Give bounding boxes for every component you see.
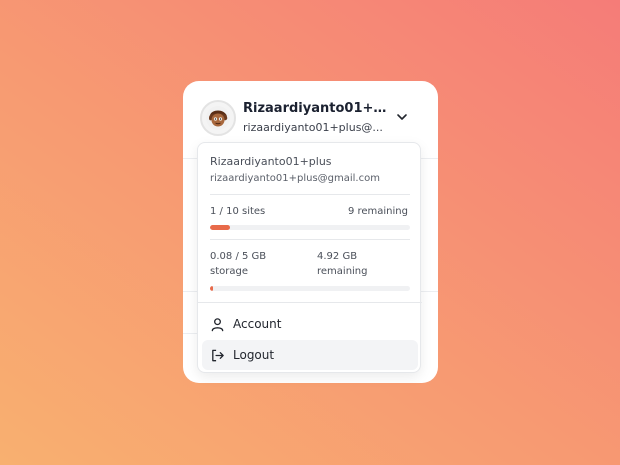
logout-icon xyxy=(212,349,224,361)
background-divider xyxy=(421,291,438,292)
account-name: Rizaardiyanto01+pl... xyxy=(243,101,393,116)
dropdown-account-name: Rizaardiyanto01+plus xyxy=(210,155,332,168)
sites-remaining-label: 9 remaining xyxy=(347,206,408,217)
avatar xyxy=(200,100,236,136)
account-email: rizaardiyanto01+plus@... xyxy=(243,121,383,134)
avatar-icon xyxy=(206,106,230,130)
user-icon xyxy=(211,317,224,331)
storage-progress-bar xyxy=(210,286,410,291)
storage-remaining-label: 4.92 GB remaining xyxy=(317,251,368,277)
sites-usage-label: 1 / 10 sites xyxy=(210,206,266,217)
storage-progress-fill xyxy=(210,286,214,291)
menu-item-account[interactable]: Account xyxy=(202,309,418,339)
divider xyxy=(198,302,422,303)
menu-item-logout[interactable]: Logout xyxy=(202,340,418,370)
dropdown-account-email: rizaardiyanto01+plus@gmail.com xyxy=(210,173,380,184)
divider xyxy=(210,194,410,195)
menu-item-label: Logout xyxy=(233,348,275,362)
background-divider xyxy=(183,333,197,334)
account-dropdown: Rizaardiyanto01+plus rizaardiyanto01+plu… xyxy=(197,142,422,373)
storage-usage-label: 0.08 / 5 GB storage xyxy=(210,251,267,277)
chevron-down-icon[interactable] xyxy=(394,109,410,125)
sites-progress-bar xyxy=(210,225,410,230)
divider xyxy=(210,239,410,240)
menu-item-label: Account xyxy=(233,317,282,331)
background-divider xyxy=(183,291,197,292)
sites-progress-fill xyxy=(210,225,230,230)
